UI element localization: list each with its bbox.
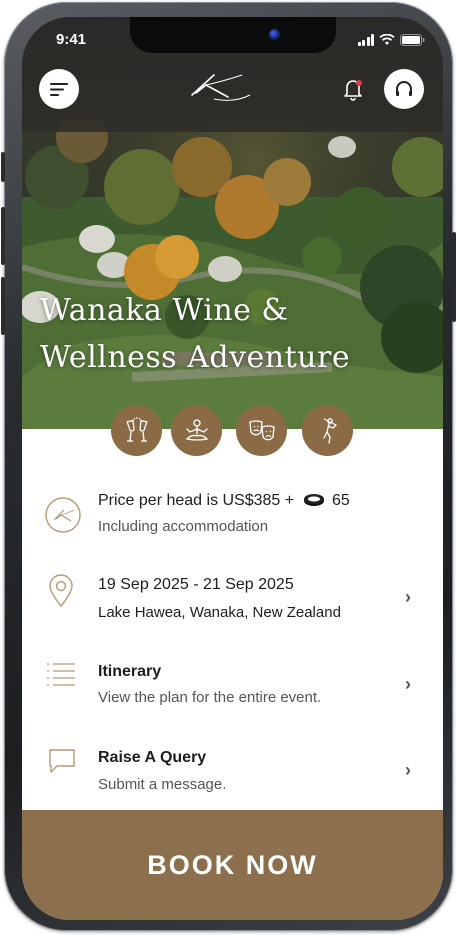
brand-logo[interactable]: [184, 69, 254, 105]
location-pin-icon: [49, 574, 73, 608]
event-date-location-row[interactable]: 19 Sep 2025 - 21 Sep 2025 Lake Hawea, Wa…: [22, 559, 443, 629]
brand-logo-mark: [191, 74, 251, 101]
event-dates: 19 Sep 2025 - 21 Sep 2025: [98, 576, 294, 593]
battery-icon: [400, 34, 425, 46]
menu-lines-icon: [50, 83, 68, 96]
price-row: Price per head is US$385 + 65 Including …: [22, 474, 443, 535]
hero-banner: 9:41 Wanaka Wine & Wellness Adventure: [22, 17, 443, 429]
notification-badge: [356, 80, 362, 86]
feature-entertainment[interactable]: [236, 405, 287, 456]
brand-circle-icon: [45, 497, 81, 533]
volume-up-button: [1, 207, 5, 265]
price-subtitle: Including accommodation: [98, 518, 269, 535]
feature-wine[interactable]: [111, 405, 162, 456]
points-value: 65: [332, 492, 350, 509]
bell-icon: [344, 80, 362, 101]
query-subtitle: Submit a message.: [98, 776, 227, 793]
champagne-glasses-icon: [125, 416, 148, 442]
query-title: Raise A Query: [98, 749, 207, 766]
book-now-button[interactable]: BOOK NOW: [22, 810, 443, 920]
status-time: 9:41: [56, 31, 87, 48]
cellular-signal-icon: [357, 34, 374, 46]
headphones-icon: [396, 81, 412, 96]
wifi-icon: [379, 34, 395, 45]
support-button[interactable]: [384, 69, 424, 109]
status-bar: 9:41: [22, 17, 443, 61]
notch: [130, 17, 336, 53]
phone-frame: 9:41 Wanaka Wine & Wellness Adventure Pr…: [1, 2, 456, 931]
event-title-line2: Wellness Adventure: [40, 340, 351, 375]
theatre-masks-icon: [248, 419, 275, 440]
event-details: Price per head is US$385 + 65 Including …: [22, 429, 443, 809]
event-title: Wanaka Wine & Wellness Adventure: [40, 287, 420, 381]
menu-button[interactable]: [39, 69, 79, 109]
raise-query-row[interactable]: Raise A Query Submit a message. ›: [22, 733, 443, 803]
front-camera: [269, 29, 280, 40]
meditation-icon: [185, 418, 208, 441]
chat-bubble-icon: [49, 749, 75, 773]
feature-wellness[interactable]: [171, 405, 222, 456]
event-location: Lake Hawea, Wanaka, New Zealand: [98, 604, 341, 621]
mute-switch: [1, 152, 5, 182]
app-screen: 9:41 Wanaka Wine & Wellness Adventure Pr…: [22, 17, 443, 920]
itinerary-title: Itinerary: [98, 663, 162, 680]
price-line: Price per head is US$385 + 65: [98, 492, 350, 510]
itinerary-row[interactable]: Itinerary View the plan for the entire e…: [22, 647, 443, 717]
power-button: [452, 232, 456, 322]
chevron-right-icon: ›: [405, 587, 411, 607]
volume-down-button: [1, 277, 5, 335]
status-icons: [357, 32, 426, 46]
event-title-line1: Wanaka Wine &: [40, 293, 289, 328]
feature-golf[interactable]: [302, 405, 353, 456]
price-text: Price per head is US$385 +: [98, 492, 295, 509]
points-coin-icon: [303, 494, 324, 506]
list-icon: [47, 663, 75, 686]
chevron-right-icon: ›: [405, 674, 411, 694]
feature-icons: [22, 405, 443, 457]
golf-icon: [322, 417, 337, 444]
chevron-right-icon: ›: [405, 760, 411, 780]
notification-button[interactable]: [340, 75, 366, 103]
itinerary-subtitle: View the plan for the entire event.: [98, 689, 322, 706]
